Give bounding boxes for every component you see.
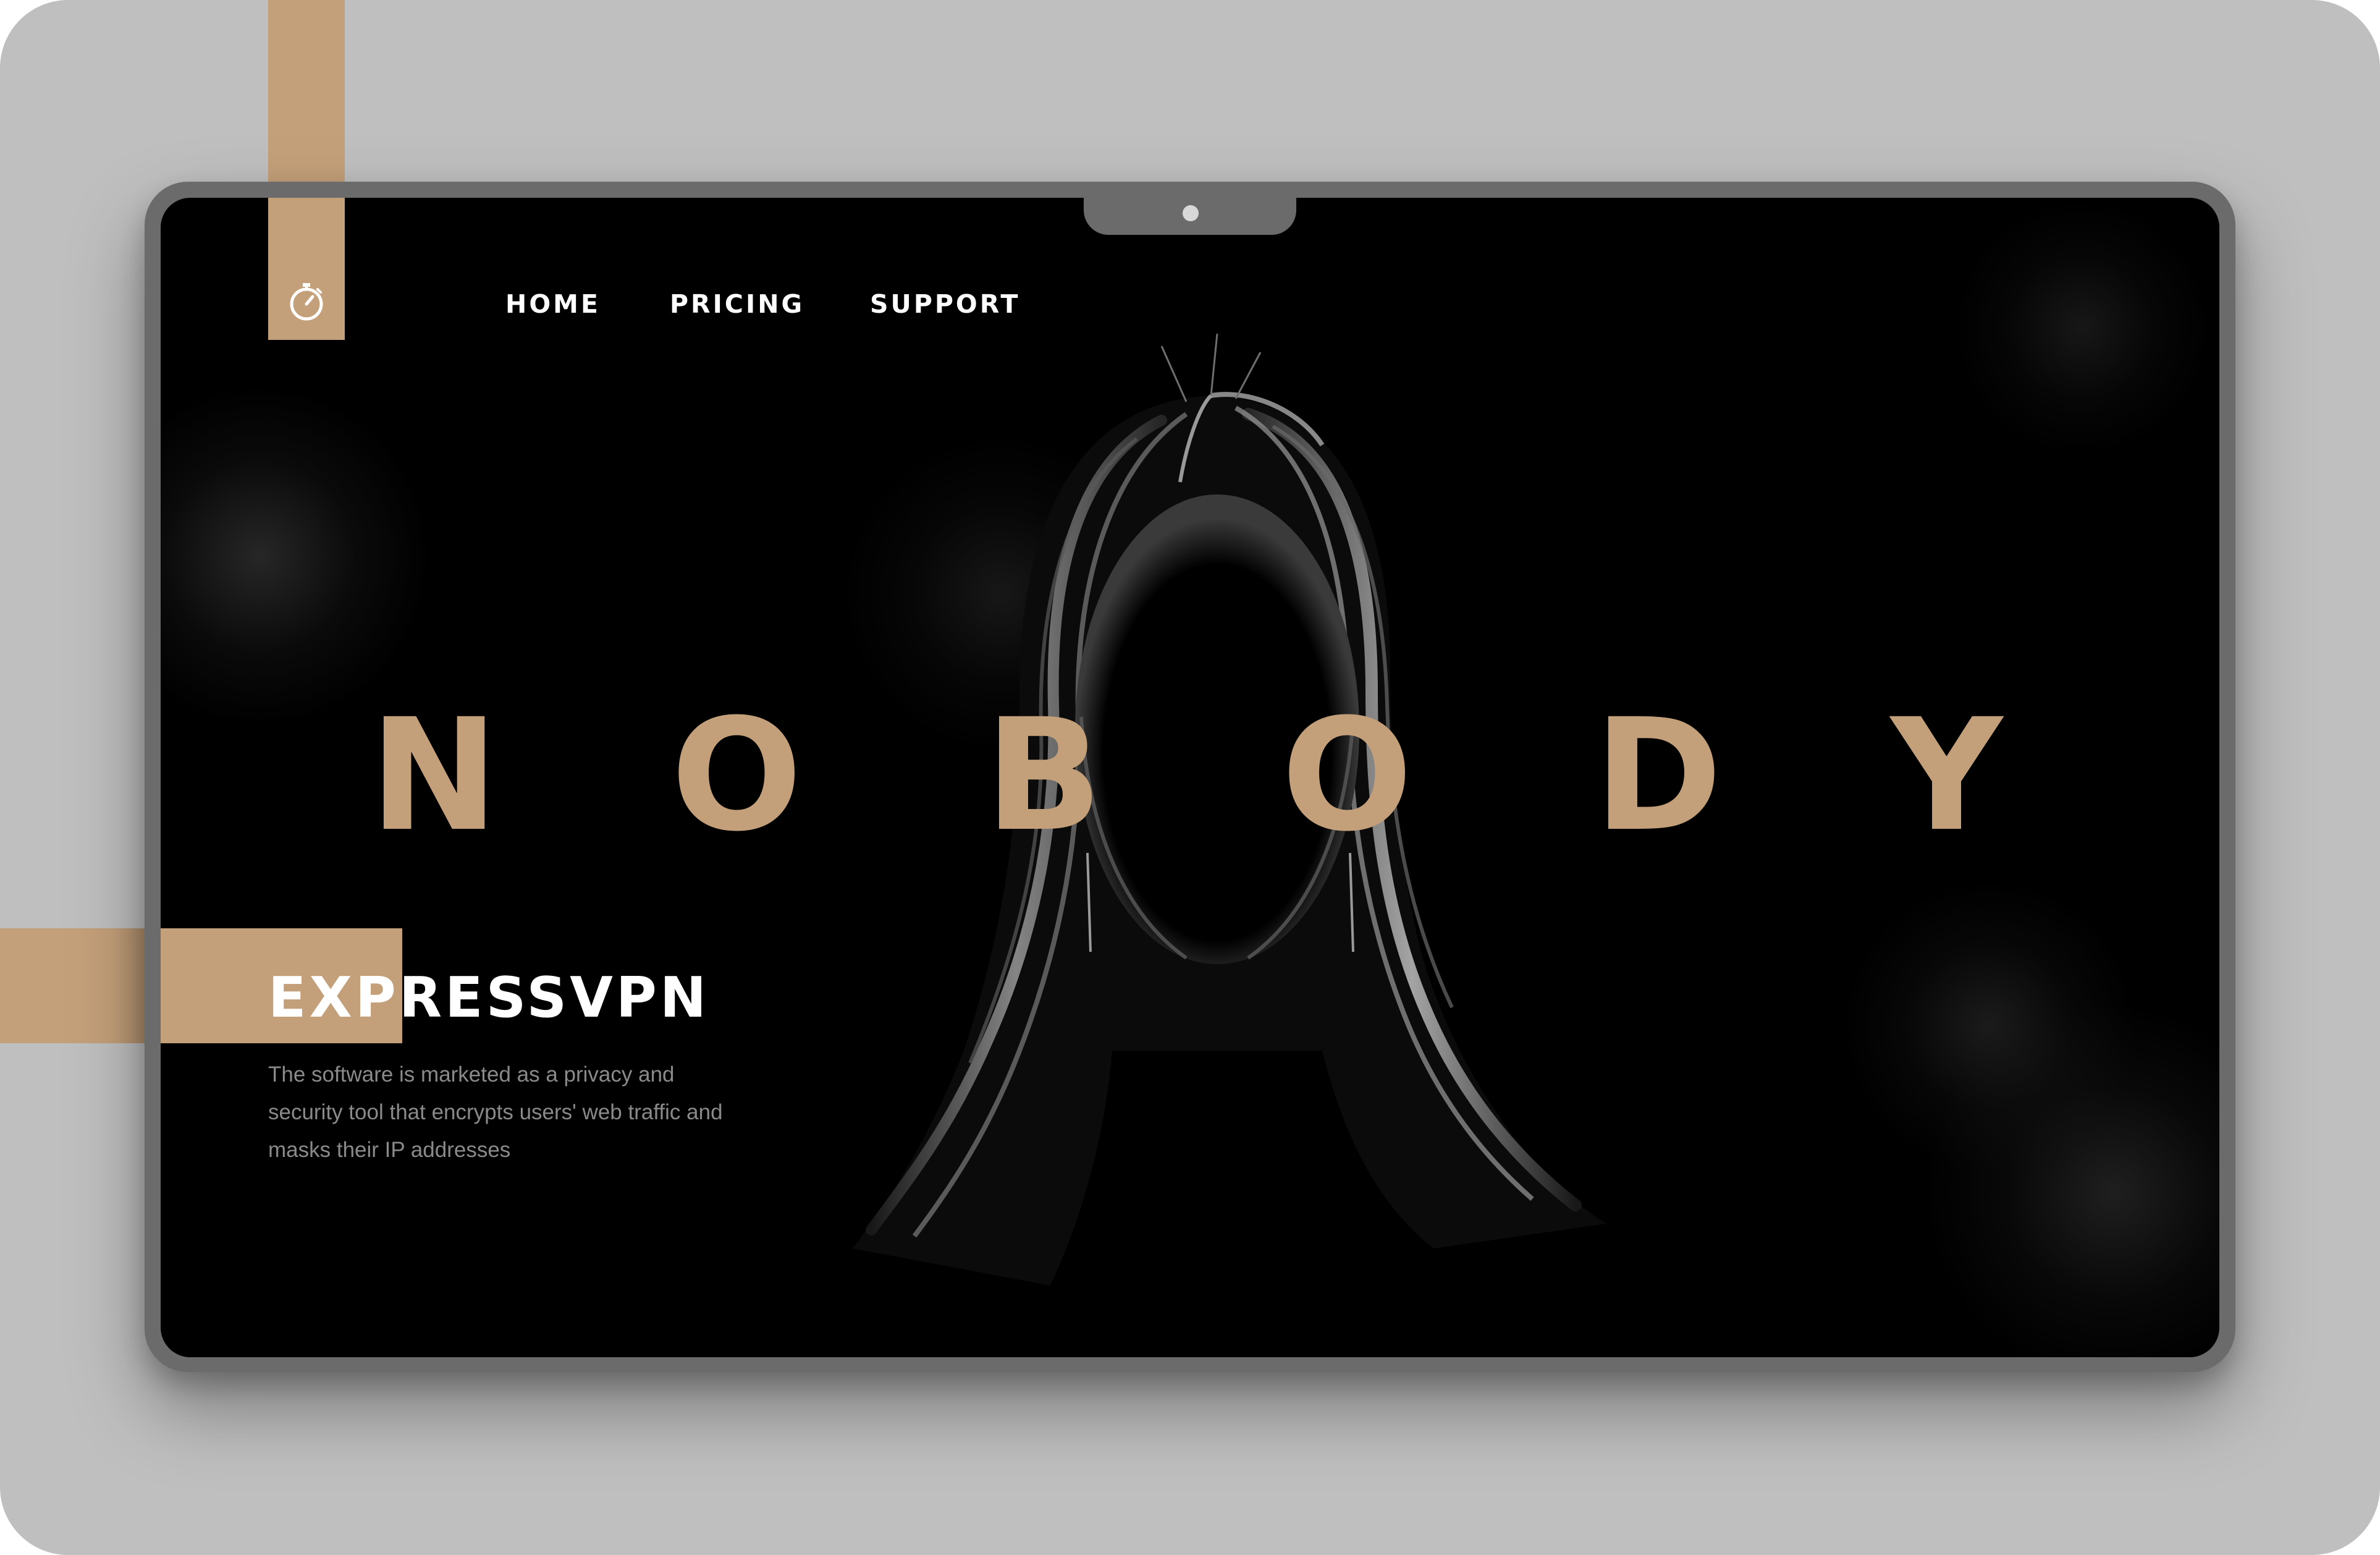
hero-letter: O	[671, 685, 803, 865]
stopwatch-icon	[290, 283, 323, 321]
backdrop: HOME PRICING SUPPORT N O B O D Y EXPRESS…	[0, 0, 2380, 1555]
brand-description: The software is marketed as a privacy an…	[268, 1062, 723, 1162]
nav-item-home[interactable]: HOME	[505, 289, 601, 319]
accent-bar-left	[0, 928, 161, 1043]
hero-letter: O	[1281, 685, 1413, 865]
hero-letter: B	[985, 685, 1103, 865]
website-screen: HOME PRICING SUPPORT N O B O D Y EXPRESS…	[161, 198, 2219, 1357]
brand-title: EXPRESSVPN	[268, 965, 710, 1030]
hero-letter: N	[369, 685, 499, 865]
nav-item-pricing[interactable]: PRICING	[670, 289, 804, 319]
ambient-glow	[161, 383, 433, 729]
hero-letter: D	[1594, 685, 1723, 865]
woman-silhouette-image	[853, 333, 1606, 1286]
ambient-glow	[1952, 198, 2212, 457]
camera-icon	[1183, 205, 1199, 221]
hero-letter: Y	[1891, 685, 2003, 865]
nav-item-support[interactable]: SUPPORT	[870, 289, 1020, 319]
accent-bar-top	[268, 0, 345, 198]
